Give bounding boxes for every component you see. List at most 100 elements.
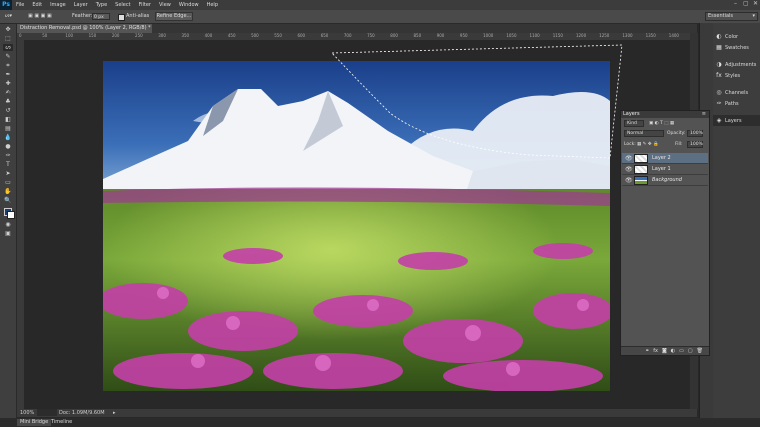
panel-channels[interactable]: ◎ Channels (713, 87, 760, 98)
lasso-tool-preset-icon[interactable]: ᔕ▾ (5, 13, 12, 20)
blur-tool-icon[interactable]: 💧 (3, 134, 13, 141)
layers-icon: ◈ (716, 116, 722, 124)
eye-icon[interactable]: 👁 (625, 166, 633, 173)
filter-icons[interactable]: ▣ ◐ T ⬚ ▦ (649, 120, 674, 128)
menu-filter[interactable]: Filter (135, 0, 155, 10)
marquee-tool-icon[interactable]: ⬚ (3, 35, 13, 42)
close-button[interactable]: ✕ (753, 1, 758, 7)
refine-edge-button[interactable]: Refine Edge... (155, 12, 193, 21)
hand-tool-icon[interactable]: ✋ (3, 188, 13, 195)
menu-select[interactable]: Select (111, 0, 134, 10)
clone-stamp-tool-icon[interactable]: ♣ (3, 98, 13, 105)
selection-marquee (331, 44, 623, 159)
opacity-input[interactable]: 100% (687, 130, 703, 137)
group-icon[interactable]: ▭ (679, 348, 684, 354)
layers-panel: Layers ≡ Kind ▣ ◐ T ⬚ ▦ Normal Opacity: … (620, 110, 710, 356)
paths-icon: ✑ (716, 99, 722, 107)
new-layer-icon[interactable]: ▢ (688, 348, 693, 354)
panel-layers[interactable]: ◈ Layers (713, 115, 760, 126)
shape-tool-icon[interactable]: ▭ (3, 179, 13, 186)
ruler-tick-label: 1150 (552, 33, 563, 38)
menu-view[interactable]: View (155, 0, 175, 10)
panel-swatches[interactable]: ▦ Swatches (713, 42, 760, 53)
layer-thumbnail (634, 165, 648, 174)
photoshop-logo: Ps (0, 0, 12, 10)
minimize-button[interactable]: – (733, 1, 738, 7)
quick-select-tool-icon[interactable]: ✎ (3, 53, 13, 60)
eraser-tool-icon[interactable]: ◧ (3, 116, 13, 123)
menu-file[interactable]: File (12, 0, 28, 10)
menu-help[interactable]: Help (203, 0, 222, 10)
ruler-tick-label: 200 (111, 33, 120, 38)
quick-mask-icon[interactable]: ◉ (3, 221, 13, 228)
eyedropper-tool-icon[interactable]: ✒ (3, 71, 13, 78)
feather-value: 0 px (94, 15, 104, 20)
maximize-button[interactable]: ▢ (743, 1, 749, 7)
layer-row-background[interactable]: 👁 Background (622, 175, 708, 186)
lock-label: Lock: (624, 142, 636, 147)
workspace-dropdown[interactable]: Essentials ▾ (705, 12, 758, 21)
trash-icon[interactable]: 🗑 (697, 348, 703, 354)
menu-edit[interactable]: Edit (28, 0, 46, 10)
fx-icon[interactable]: fx (653, 348, 658, 354)
zoom-level[interactable]: 100% (20, 410, 34, 416)
adjustments-icon: ◑ (716, 60, 722, 68)
gradient-tool-icon[interactable]: ▤ (3, 125, 13, 132)
chevron-down-icon: ▾ (752, 13, 755, 19)
path-selection-tool-icon[interactable]: ➤ (3, 170, 13, 177)
tab-mini-bridge[interactable]: Mini Bridge (17, 419, 52, 426)
eye-icon[interactable]: 👁 (625, 155, 633, 162)
zoom-tool-icon[interactable]: 🔍 (3, 197, 13, 204)
brush-tool-icon[interactable]: ✍ (3, 89, 13, 96)
tab-timeline[interactable]: Timeline (48, 419, 75, 426)
ruler-tick-label: 600 (297, 33, 306, 38)
workspace-value: Essentials (708, 13, 734, 19)
panel-menu-icon[interactable]: ≡ (702, 111, 706, 118)
ruler-tick-label: 1050 (506, 33, 517, 38)
panel-styles[interactable]: fx Styles (713, 70, 760, 81)
panel-color[interactable]: ◐ Color (713, 31, 760, 42)
color-swatches-icon[interactable] (3, 208, 15, 219)
layer-filter-dropdown[interactable]: Kind (624, 120, 644, 127)
menu-image[interactable]: Image (46, 0, 70, 10)
panel-paths[interactable]: ✑ Paths (713, 98, 760, 109)
menu-type[interactable]: Type (92, 0, 111, 10)
anti-alias-checkbox[interactable] (118, 14, 125, 21)
lasso-tool-icon[interactable]: ᔕ (3, 44, 13, 51)
fill-value: 100% (690, 142, 703, 147)
link-icon[interactable]: ⚭ (645, 348, 649, 354)
layers-panel-header[interactable]: Layers ≡ (621, 111, 709, 118)
healing-brush-tool-icon[interactable]: ✚ (3, 80, 13, 87)
mask-icon[interactable]: ◙ (662, 348, 667, 354)
layer-row-layer-1[interactable]: 👁 Layer 1 (622, 164, 708, 175)
history-brush-tool-icon[interactable]: ↺ (3, 107, 13, 114)
screen-mode-icon[interactable]: ▣ (3, 230, 13, 237)
crop-tool-icon[interactable]: ⌗ (3, 62, 13, 69)
dodge-tool-icon[interactable]: ● (3, 143, 13, 150)
menu-window[interactable]: Window (175, 0, 203, 10)
menu-layer[interactable]: Layer (70, 0, 92, 10)
move-tool-icon[interactable]: ✥ (3, 26, 13, 33)
adjustment-layer-icon[interactable]: ◐ (671, 348, 675, 354)
lock-icons[interactable]: ▦ ✎ ✥ 🔒 (637, 141, 659, 149)
tools-panel: ✥ ⬚ ᔕ ✎ ⌗ ✒ ✚ ✍ ♣ ↺ ◧ ▤ 💧 ● ✑ T ➤ ▭ ✋ 🔍 … (0, 24, 17, 419)
blend-mode-dropdown[interactable]: Normal (624, 130, 664, 137)
panel-label: Channels (725, 89, 749, 96)
feather-input[interactable]: 0 px (92, 13, 110, 20)
eye-icon[interactable]: 👁 (625, 177, 633, 184)
pen-tool-icon[interactable]: ✑ (3, 152, 13, 159)
layer-row-layer-2[interactable]: 👁 Layer 2 (622, 153, 708, 164)
layer-thumbnail (634, 154, 648, 163)
type-tool-icon[interactable]: T (3, 161, 13, 168)
status-bar: 100% Doc: 1.09M/9.60M ▸ (17, 409, 697, 417)
color-icon: ◐ (716, 32, 722, 40)
document-tab[interactable]: Distraction Removal.psd @ 100% (Layer 2,… (17, 24, 152, 33)
status-menu-arrow-icon[interactable]: ▸ (113, 410, 116, 416)
panel-adjustments[interactable]: ◑ Adjustments (713, 59, 760, 70)
fill-label: Fill: (675, 142, 683, 147)
selection-mode-icons[interactable]: ▣ ▣ ▣ ▣ (28, 13, 52, 20)
fill-input[interactable]: 100% (687, 141, 703, 148)
ruler-tick-label: 500 (251, 33, 259, 38)
menu-bar: Ps File Edit Image Layer Type Select Fil… (0, 0, 760, 10)
ruler-tick-label: 1300 (622, 33, 633, 38)
